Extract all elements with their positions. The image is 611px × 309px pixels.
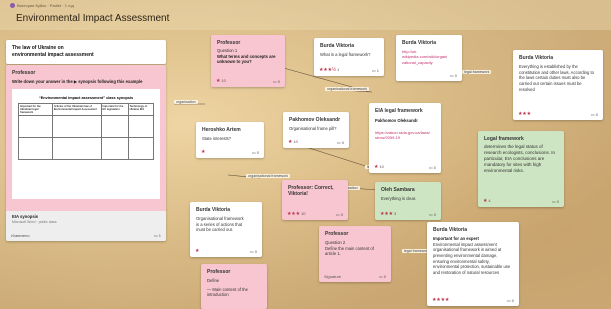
post-card[interactable]: Pakhomov Oleksandr Organisational frame …	[283, 112, 349, 148]
star-rating[interactable]: ★	[216, 78, 221, 84]
comment-icon[interactable]: ▭ 0	[379, 274, 386, 279]
comment-icon[interactable]: ▭ 1	[154, 233, 161, 238]
star-rating[interactable]: ★★★★	[432, 297, 449, 303]
comment-icon[interactable]: ▭ 0	[273, 79, 280, 84]
connector-label: organisational framework	[246, 174, 291, 178]
post-card[interactable]: Professor Write down your answer in the …	[6, 65, 166, 241]
document-title: “Environmental impact assessment” class …	[38, 95, 134, 100]
star-rating[interactable]: ★★★	[518, 111, 531, 117]
board-header: Виктория Буйко · Padlet · 1 год Environm…	[0, 0, 611, 30]
post-card[interactable]: Professor: Correct, Viktoria! ★★★ 10 ▭ 0	[282, 180, 348, 220]
comment-icon[interactable]: ▭ 1	[372, 68, 379, 73]
document-table: Important for the Ukrainian legal framew…	[18, 102, 155, 160]
connector-label: legal framework	[462, 70, 492, 74]
connector-label: organisational framework	[325, 87, 370, 91]
post-card[interactable]: Burda Viktoria Everything is established…	[513, 50, 603, 120]
post-card[interactable]: Burda Viktoria http://uk. wikipedia.com/…	[396, 35, 462, 81]
post-title: The law of Ukraine on	[12, 45, 64, 51]
comment-icon[interactable]: ▭ 0	[450, 73, 457, 78]
comment-icon[interactable]: ▭ 0	[429, 212, 436, 217]
post-card[interactable]: Burda Viktoria What is a legal framework…	[314, 38, 384, 76]
post-card[interactable]: Burda Viktoria Organisational framework …	[190, 202, 262, 257]
avatar	[10, 3, 15, 8]
post-body: Write down your answer in the ▶ synopsis…	[12, 79, 143, 84]
breadcrumb[interactable]: Виктория Буйко · Padlet · 1 год	[10, 3, 74, 8]
document-preview[interactable]: “Environmental impact assessment” class …	[12, 88, 160, 199]
star-rating[interactable]: ★	[288, 139, 293, 145]
star-rating[interactable]: ★	[374, 164, 379, 170]
post-card[interactable]: Heroshko Artem State interests? ★ ▭ 0	[196, 122, 264, 158]
comment-icon[interactable]: ▭ 0	[429, 165, 436, 170]
post-author: Professor	[12, 70, 36, 76]
star-rating[interactable]: ★	[201, 149, 206, 155]
star-rating[interactable]: ★	[483, 198, 488, 204]
post-card[interactable]: Oleh Sambara Everything is clear. ★★★ 3 ▭…	[375, 182, 441, 220]
star-rating[interactable]: ★	[195, 248, 200, 254]
post-title: environmental impact assessment	[12, 51, 94, 58]
star-rating[interactable]: ★★★	[380, 211, 393, 217]
post-card[interactable]: The law of Ukraine on environmental impa…	[6, 40, 166, 64]
post-card[interactable]: Professor Define — Main content of the i…	[201, 264, 267, 309]
connector-label: organisation	[174, 100, 198, 104]
post-card[interactable]: Professor Question 2 Define the main con…	[319, 226, 391, 282]
post-card[interactable]: EIA legal framework Pakhomov Oleksandr h…	[369, 103, 441, 173]
comment-icon[interactable]: ▭ 0	[552, 199, 559, 204]
comment-icon[interactable]: ▭ 0	[591, 112, 598, 117]
star-rating[interactable]: ★★★½	[319, 67, 336, 73]
star-rating[interactable]: ★★★	[287, 211, 300, 217]
comment-icon[interactable]: ▭ 0	[337, 140, 344, 145]
comment-icon[interactable]: ▭ 0	[336, 212, 343, 217]
post-card[interactable]: Burda Viktoria Important for an expert E…	[427, 222, 519, 306]
comment-icon[interactable]: ▭ 0	[507, 298, 514, 303]
post-card[interactable]: Legal framework determines the legal sta…	[478, 131, 564, 207]
post-card[interactable]: Professor Question 1 What terms and conc…	[211, 35, 285, 87]
comment-icon[interactable]: ▭ 0	[252, 150, 259, 155]
comment-icon[interactable]: ▭ 0	[250, 249, 257, 254]
page-title: Environmental Impact Assessment	[16, 13, 170, 24]
